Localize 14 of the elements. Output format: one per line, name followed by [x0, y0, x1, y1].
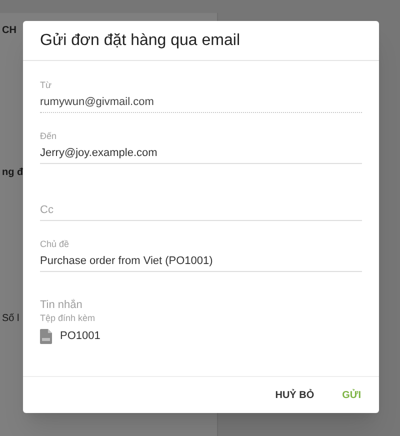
attachments-label: Tệp đính kèm — [40, 312, 96, 324]
pdf-file-icon — [40, 328, 52, 344]
field-label: Chủ đề — [40, 238, 70, 250]
page-text: Số l — [2, 312, 20, 326]
page-text: CH — [2, 24, 16, 38]
page-text: ng đ — [2, 166, 24, 180]
field-label: Từ — [40, 79, 52, 91]
input-field[interactable]: Cc — [40, 199, 362, 221]
cancel-button[interactable]: HUỶ BỎ — [267, 384, 322, 406]
input-field[interactable]: Jerry@joy.example.com — [40, 142, 362, 164]
dialog-title: Gửi đơn đặt hàng qua email — [40, 30, 240, 50]
attachment-name[interactable]: PO1001 — [60, 328, 100, 344]
field-label: Đến — [40, 130, 57, 142]
input-field[interactable]: Purchase order from Viet (PO1001) — [40, 250, 362, 272]
